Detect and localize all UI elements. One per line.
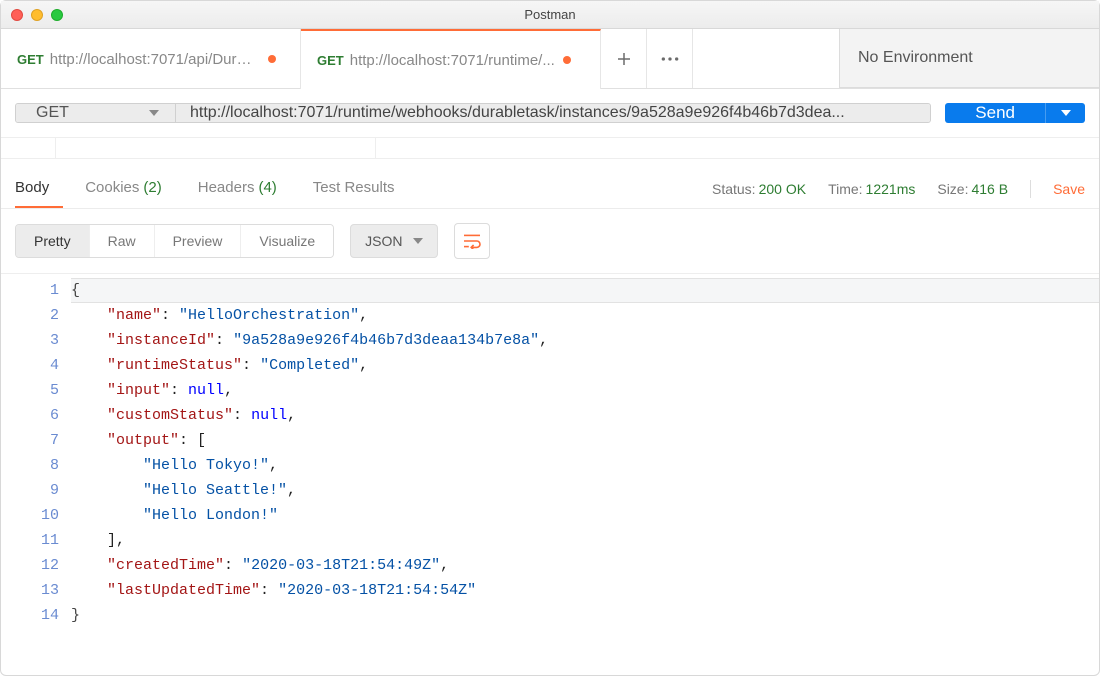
view-mode-group: Pretty Raw Preview Visualize (15, 224, 334, 258)
size-label: Size:416 B (937, 181, 1008, 197)
environment-selector[interactable]: No Environment (839, 29, 1099, 88)
chevron-down-icon (149, 110, 159, 116)
request-tab-0[interactable]: GET http://localhost:7071/api/Durab... (1, 29, 301, 89)
request-url-input[interactable]: http://localhost:7071/runtime/webhooks/d… (176, 104, 930, 122)
response-tab-body[interactable]: Body (15, 169, 63, 208)
status-label: Status:200 OK (712, 181, 806, 197)
view-raw[interactable]: Raw (90, 225, 155, 257)
response-body-editor[interactable]: 1234567891011121314 { "name": "HelloOrch… (1, 273, 1099, 632)
body-format-select[interactable]: JSON (350, 224, 437, 258)
request-tabstrip: GET http://localhost:7071/api/Durab... G… (1, 29, 1099, 89)
environment-label: No Environment (858, 49, 973, 67)
tab-url: http://localhost:7071/runtime/... (350, 52, 555, 69)
divider (1, 137, 1099, 159)
chevron-down-icon (1061, 110, 1071, 116)
new-tab-button[interactable] (601, 29, 647, 88)
tab-method: GET (17, 52, 44, 67)
response-tab-test-results[interactable]: Test Results (313, 169, 409, 208)
send-options-button[interactable] (1045, 103, 1085, 123)
response-meta: Status:200 OK Time:1221ms Size:416 B Sav… (712, 180, 1085, 198)
tab-label: Body (15, 179, 49, 196)
active-line-highlight (71, 278, 1099, 303)
window-titlebar: Postman (1, 1, 1099, 29)
window-title: Postman (1, 7, 1099, 22)
tab-count: (2) (143, 179, 161, 196)
tab-overflow-button[interactable] (647, 29, 693, 88)
code-content[interactable]: { "name": "HelloOrchestration", "instanc… (71, 274, 1099, 632)
response-tabs: Body Cookies (2) Headers (4) Test Result… (1, 159, 1099, 209)
body-toolbar: Pretty Raw Preview Visualize JSON (1, 209, 1099, 273)
method-url-group: GET http://localhost:7071/runtime/webhoo… (15, 103, 931, 123)
http-method-select[interactable]: GET (16, 104, 176, 122)
unsaved-dot-icon (563, 56, 571, 64)
tab-method: GET (317, 53, 344, 68)
request-tab-1[interactable]: GET http://localhost:7071/runtime/... (301, 29, 601, 89)
tab-label: Cookies (85, 179, 139, 196)
toggle-wrap-button[interactable] (454, 223, 490, 259)
response-tab-headers[interactable]: Headers (4) (198, 169, 291, 208)
view-pretty[interactable]: Pretty (16, 225, 90, 257)
chevron-down-icon (413, 238, 423, 244)
tab-url: http://localhost:7071/api/Durab... (50, 51, 260, 68)
tab-count: (4) (258, 179, 276, 196)
view-preview[interactable]: Preview (155, 225, 242, 257)
time-label: Time:1221ms (828, 181, 915, 197)
line-gutter: 1234567891011121314 (1, 274, 71, 632)
send-button[interactable]: Send (945, 103, 1045, 123)
tab-label: Test Results (313, 179, 395, 196)
request-url-row: GET http://localhost:7071/runtime/webhoo… (1, 89, 1099, 137)
tab-label: Headers (198, 179, 255, 196)
format-value: JSON (365, 233, 402, 249)
save-response-button[interactable]: Save (1053, 181, 1085, 197)
view-visualize[interactable]: Visualize (241, 225, 333, 257)
unsaved-dot-icon (268, 55, 276, 63)
response-tab-cookies[interactable]: Cookies (2) (85, 169, 176, 208)
http-method-value: GET (36, 104, 69, 122)
